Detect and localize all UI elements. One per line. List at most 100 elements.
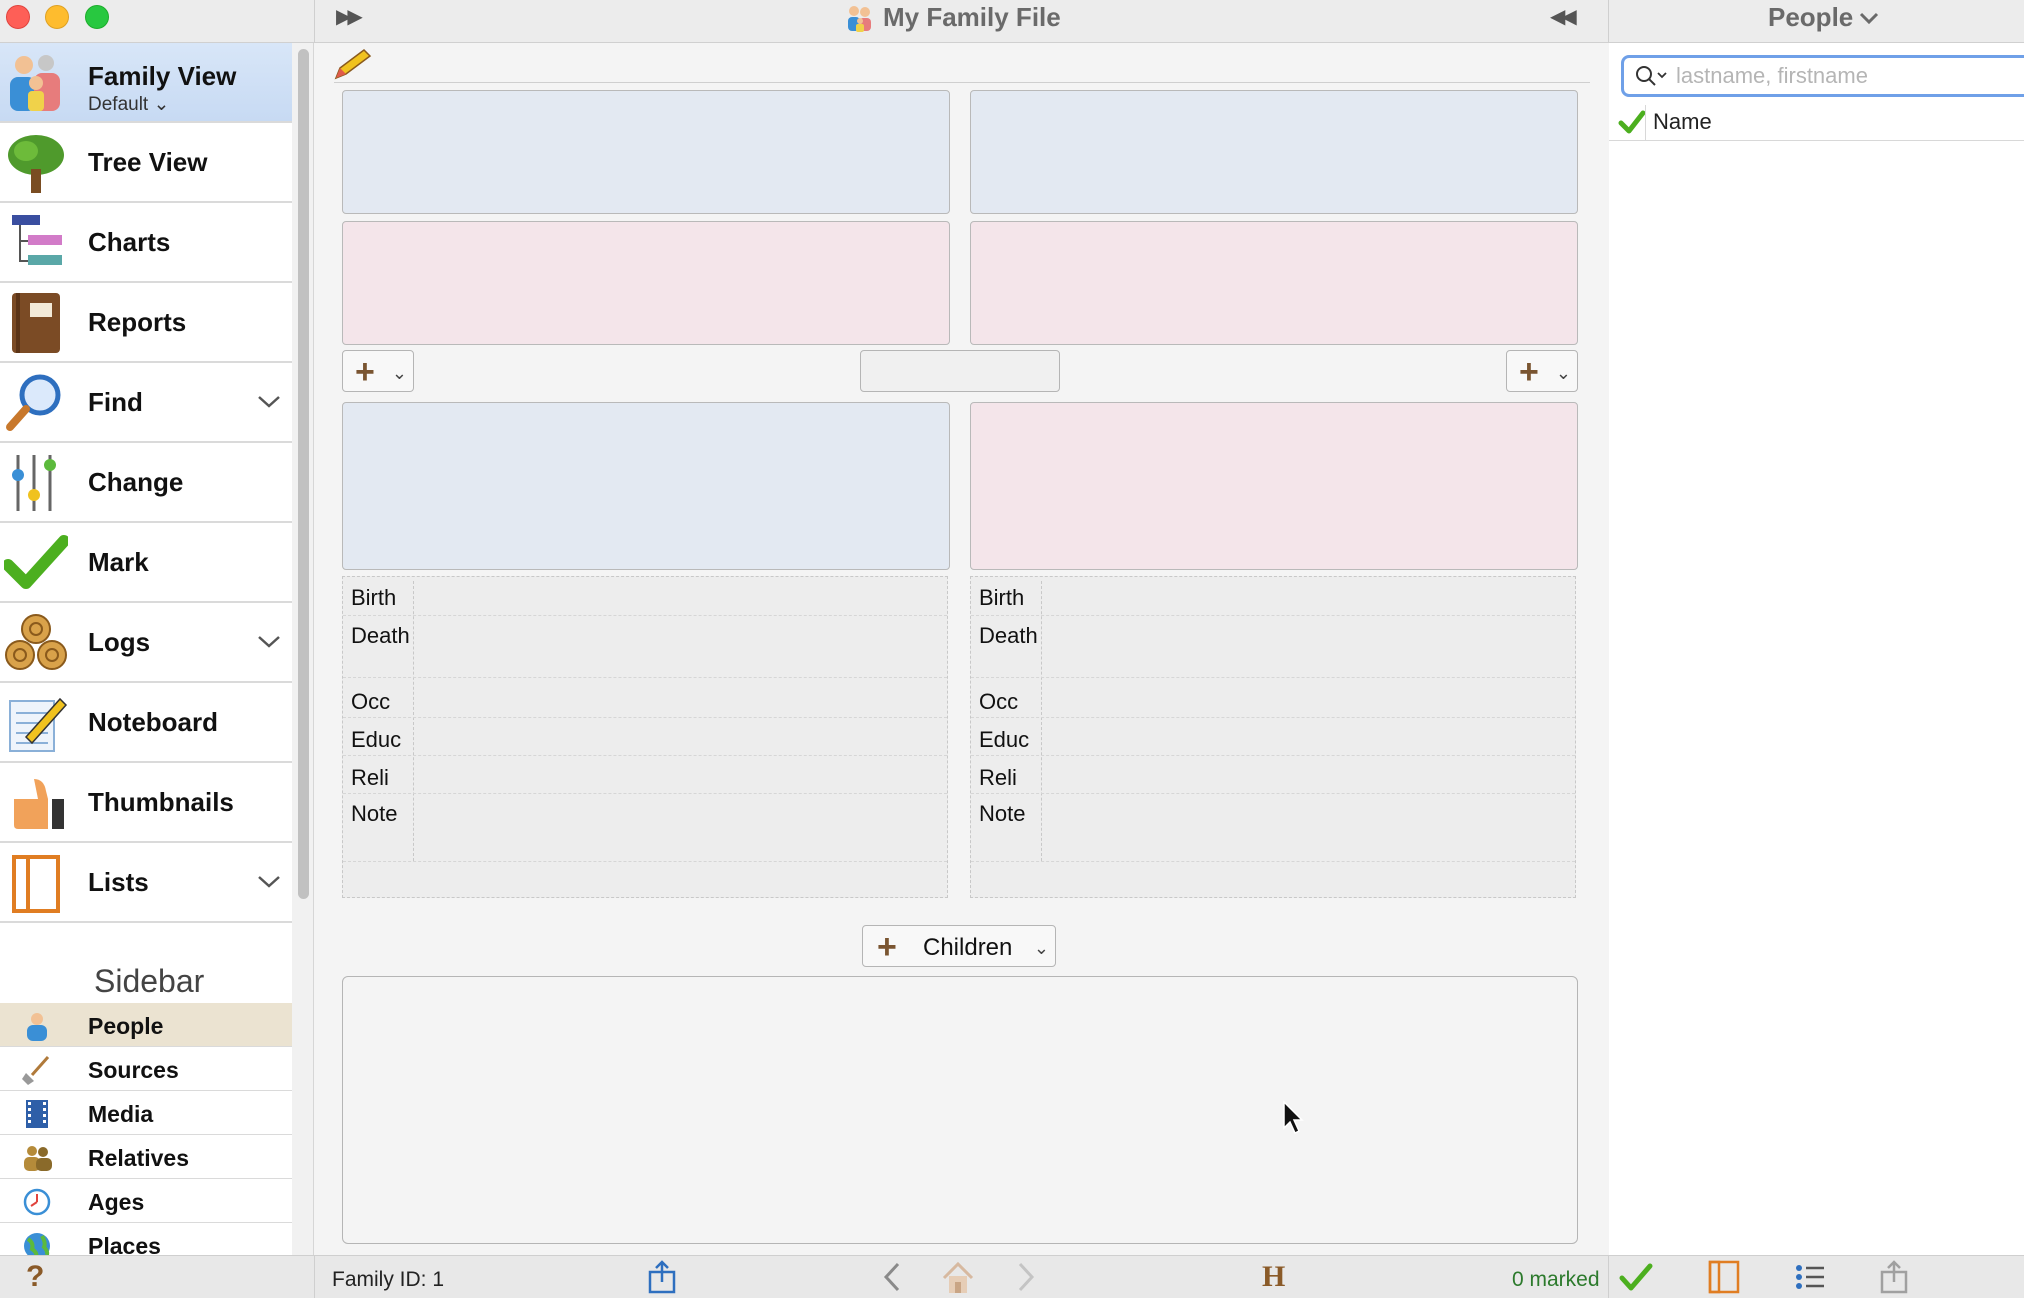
people-search[interactable]: [1621, 55, 2024, 97]
minimize-window-button[interactable]: [45, 5, 69, 29]
education-label: Educ: [979, 727, 1030, 752]
search-input[interactable]: [1676, 62, 2024, 90]
occupation-label: Occ: [979, 689, 1019, 714]
book-icon: [12, 293, 60, 353]
charts-icon: [12, 215, 62, 265]
nav-label: Mark: [88, 546, 149, 577]
chevron-down-icon: ⌄: [391, 363, 407, 383]
birth-label: Birth: [979, 585, 1025, 610]
add-husband-parents-button[interactable]: + ⌄: [342, 350, 414, 392]
husband-box[interactable]: [342, 402, 950, 570]
sidebar-item-label: People: [88, 1013, 164, 1039]
wife-mother-box[interactable]: [970, 221, 1578, 345]
relatives-icon: [24, 1146, 52, 1171]
chevron-down-icon[interactable]: [256, 631, 282, 651]
nav-label: Tree View: [88, 146, 208, 177]
sidebar-scrollbar[interactable]: [292, 43, 314, 1255]
collapse-left-pane-icon[interactable]: ▶▶: [336, 4, 363, 29]
nav-item-noteboard[interactable]: Noteboard: [0, 683, 292, 763]
wife-details[interactable]: Birth Death Occ Educ Reli Note: [970, 576, 1576, 898]
divider: [314, 0, 315, 43]
family-icon: [10, 55, 60, 111]
name-column-header[interactable]: Name: [1653, 109, 1712, 135]
export-icon[interactable]: [1876, 1260, 1912, 1294]
close-window-button[interactable]: [6, 5, 30, 29]
divider: [413, 581, 414, 861]
sidebar-item-media[interactable]: Media: [0, 1091, 292, 1135]
forward-arrow-icon[interactable]: [1008, 1260, 1044, 1294]
nav-item-tree-view[interactable]: Tree View: [0, 123, 292, 203]
family-id-label: Family ID: 1: [332, 1268, 445, 1291]
sidebar-item-label: Media: [88, 1101, 154, 1127]
sidebar-item-ages[interactable]: Ages: [0, 1179, 292, 1223]
scrollbar-thumb[interactable]: [298, 49, 309, 899]
sidebar-item-relatives[interactable]: Relatives: [0, 1135, 292, 1179]
children-list[interactable]: [342, 976, 1578, 1244]
sliders-icon: [12, 455, 56, 511]
husband-father-box[interactable]: [342, 90, 950, 214]
note-label: Note: [979, 801, 1026, 826]
chevron-down-icon[interactable]: [256, 391, 282, 411]
religion-label: Reli: [979, 765, 1017, 790]
nav-item-thumbnails[interactable]: Thumbnails: [0, 763, 292, 843]
nav-sublabel[interactable]: Default ⌄: [88, 93, 169, 116]
help-button[interactable]: ?: [26, 1260, 44, 1294]
collapse-right-pane-icon[interactable]: ◀◀: [1550, 4, 1577, 29]
window-title: My Family File: [845, 2, 1061, 33]
family-file-icon: [848, 5, 871, 32]
husband-details[interactable]: Birth Death Occ Educ Reli Note: [342, 576, 948, 898]
add-children-button[interactable]: + Children ⌄: [862, 925, 1056, 967]
sidebar-item-people[interactable]: People: [0, 1003, 292, 1047]
divider: [971, 717, 1575, 718]
thumbs-up-icon: [14, 779, 64, 829]
share-icon[interactable]: [644, 1260, 680, 1294]
divider: [314, 1256, 315, 1298]
wife-father-box[interactable]: [970, 90, 1578, 214]
divider: [1608, 0, 1609, 43]
chevron-down-icon[interactable]: [256, 871, 282, 891]
divider: [343, 615, 947, 616]
checkmark-icon: [4, 535, 68, 589]
tree-icon: [8, 135, 64, 193]
list-view-icon[interactable]: [1792, 1260, 1828, 1294]
divider: [1608, 1256, 1609, 1298]
nav-item-lists[interactable]: Lists: [0, 843, 292, 923]
edit-pencil-icon[interactable]: [330, 48, 374, 82]
divider: [1645, 105, 1646, 141]
nav-item-change[interactable]: Change: [0, 443, 292, 523]
nav-label: Thumbnails: [88, 786, 234, 817]
nav-item-reports[interactable]: Reports: [0, 283, 292, 363]
children-button-label: Children: [923, 934, 1013, 961]
checkmark-icon[interactable]: [1617, 107, 1647, 137]
chevron-down-icon: ⌄: [1033, 938, 1049, 958]
lists-icon: [12, 855, 60, 913]
marked-count: 0 marked: [1512, 1268, 1600, 1291]
sidebar-item-label: Sources: [88, 1057, 179, 1083]
notepad-pencil-icon: [9, 697, 68, 752]
divider: [971, 615, 1575, 616]
plus-icon: +: [1519, 353, 1539, 391]
nav-label: Charts: [88, 226, 171, 257]
divider: [343, 677, 947, 678]
nav-item-mark[interactable]: Mark: [0, 523, 292, 603]
search-icon[interactable]: [1634, 64, 1668, 88]
zoom-window-button[interactable]: [85, 5, 109, 29]
nav-item-family-view[interactable]: Family View Default ⌄: [0, 43, 292, 123]
nav-label: Lists: [88, 866, 149, 897]
home-icon[interactable]: [940, 1260, 976, 1294]
nav-item-logs[interactable]: Logs: [0, 603, 292, 683]
nav-item-find[interactable]: Find: [0, 363, 292, 443]
husband-mother-box[interactable]: [342, 221, 950, 345]
people-panel-selector[interactable]: People: [1768, 2, 1881, 33]
wife-box[interactable]: [970, 402, 1578, 570]
back-arrow-icon[interactable]: [874, 1260, 910, 1294]
add-wife-parents-button[interactable]: + ⌄: [1506, 350, 1578, 392]
sidebar-item-sources[interactable]: Sources: [0, 1047, 292, 1091]
lists-icon[interactable]: [1706, 1260, 1742, 1294]
history-button[interactable]: H: [1262, 1260, 1285, 1294]
window-title-text: My Family File: [883, 2, 1061, 32]
checkmark-icon[interactable]: [1618, 1260, 1654, 1294]
marriage-field[interactable]: [860, 350, 1060, 392]
status-bar: ? Family ID: 1 H 0 marked: [0, 1255, 2024, 1298]
nav-item-charts[interactable]: Charts: [0, 203, 292, 283]
